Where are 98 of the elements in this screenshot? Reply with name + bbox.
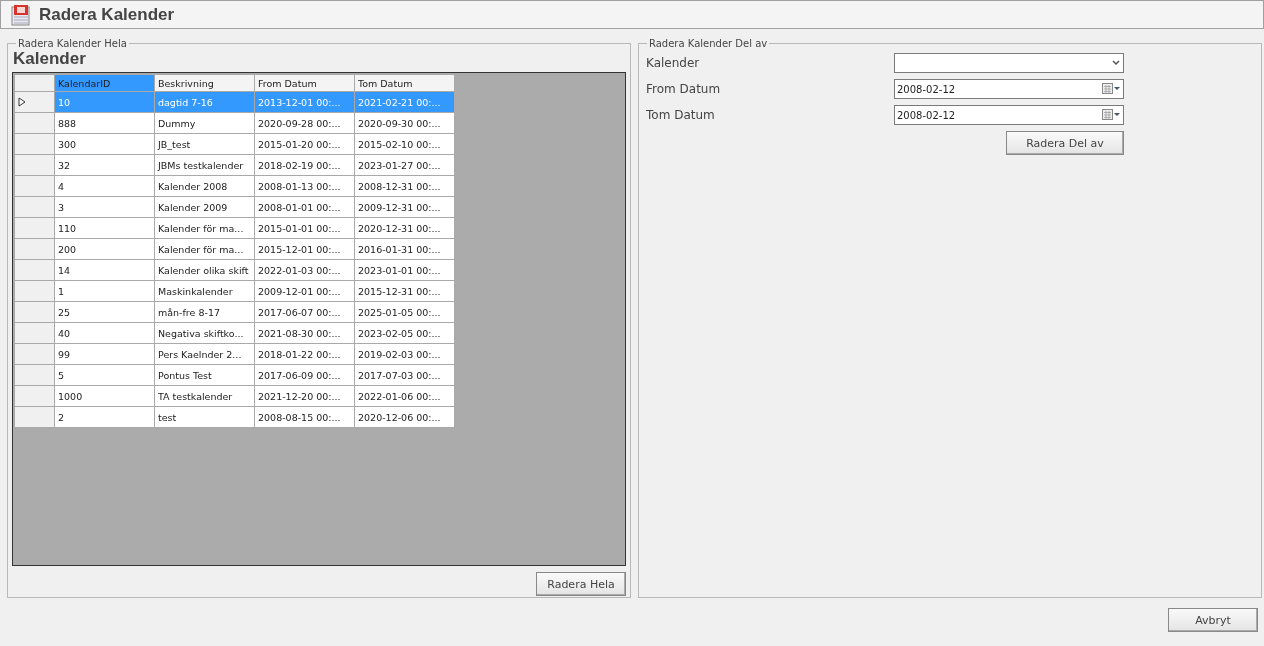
table-cell: 1000 [54, 385, 155, 407]
table-cell: 888 [54, 112, 155, 134]
chevron-down-icon [1112, 60, 1120, 66]
table-cell: 3 [54, 196, 155, 218]
table-cell: 1 [54, 280, 155, 302]
table-cell: 2018-02-19 00:... [254, 154, 355, 176]
row-header[interactable] [14, 406, 55, 428]
calendar-dropdown-icon [1102, 83, 1120, 95]
table-cell: 2023-02-05 00:... [354, 322, 455, 344]
table-cell: 110 [54, 217, 155, 239]
table-cell: Kalender olika skift [154, 259, 255, 281]
current-row-icon [18, 97, 26, 107]
table-cell: Dummy [154, 112, 255, 134]
field-label: Kalender [646, 56, 701, 70]
table-cell: test [154, 406, 255, 428]
field-label: From Datum [646, 82, 722, 96]
section-heading: Kalender [13, 49, 87, 69]
table-cell: 200 [54, 238, 155, 260]
table-cell: Maskinkalender [154, 280, 255, 302]
table-cell: 2025-01-05 00:... [354, 301, 455, 323]
table-cell: 2015-12-01 00:... [254, 238, 355, 260]
row-header[interactable] [14, 259, 55, 281]
row-header[interactable] [14, 112, 55, 134]
table-cell: 2021-08-30 00:... [254, 322, 355, 344]
row-header[interactable] [14, 133, 55, 155]
group-legend: Radera Kalender Del av [647, 38, 770, 49]
row-header[interactable] [14, 343, 55, 365]
group-legend: Radera Kalender Hela [16, 38, 129, 49]
table-cell: 2020-12-31 00:... [354, 217, 455, 239]
table-cell: JB_test [154, 133, 255, 155]
table-cell: Pontus Test [154, 364, 255, 386]
table-cell: Kalender 2009 [154, 196, 255, 218]
table-cell: mån-fre 8-17 [154, 301, 255, 323]
table-cell: 2015-01-20 00:... [254, 133, 355, 155]
date-picker[interactable]: 2008-02-12 [894, 79, 1124, 99]
table-cell: 2015-02-10 00:... [354, 133, 455, 155]
table-cell: 2017-06-07 00:... [254, 301, 355, 323]
table-cell: TA testkalender [154, 385, 255, 407]
row-header[interactable] [14, 301, 55, 323]
table-cell: 2022-01-03 00:... [254, 259, 355, 281]
table-cell: 2009-12-01 00:... [254, 280, 355, 302]
table-cell: 2023-01-27 00:... [354, 154, 455, 176]
table-cell: 2020-12-06 00:... [354, 406, 455, 428]
cancel-button[interactable]: Avbryt [1168, 608, 1258, 632]
table-cell: 2023-01-01 00:... [354, 259, 455, 281]
field-label: Tom Datum [646, 108, 716, 122]
table-cell: 25 [54, 301, 155, 323]
table-cell: 2008-12-31 00:... [354, 175, 455, 197]
table-cell: 2019-02-03 00:... [354, 343, 455, 365]
row-header[interactable] [14, 385, 55, 407]
row-header[interactable] [14, 154, 55, 176]
table-cell: 2 [54, 406, 155, 428]
column-header[interactable]: From Datum [254, 74, 355, 92]
row-header[interactable] [14, 196, 55, 218]
table-cell: 99 [54, 343, 155, 365]
table-cell: 2008-08-15 00:... [254, 406, 355, 428]
delete-all-button[interactable]: Radera Hela [536, 572, 626, 596]
table-cell: Pers Kaelnder 2... [154, 343, 255, 365]
window-title: Radera Kalender [39, 4, 175, 25]
delete-part-button[interactable]: Radera Del av [1006, 131, 1124, 155]
calendar-icon [11, 3, 31, 26]
table-cell: 4 [54, 175, 155, 197]
calendar-dropdown-icon [1102, 109, 1120, 121]
date-picker[interactable]: 2008-02-12 [894, 105, 1124, 125]
table-cell: 32 [54, 154, 155, 176]
table-cell: Kalender för ma... [154, 238, 255, 260]
table-cell: Negativa skiftko... [154, 322, 255, 344]
row-header[interactable] [14, 238, 55, 260]
table-cell: 300 [54, 133, 155, 155]
table-cell: Kalender för ma... [154, 217, 255, 239]
row-header[interactable] [14, 175, 55, 197]
table-cell: 14 [54, 259, 155, 281]
column-header[interactable]: KalendarID [54, 74, 155, 92]
table-cell: 2021-12-20 00:... [254, 385, 355, 407]
table-cell: 2009-12-31 00:... [354, 196, 455, 218]
table-cell: 2020-09-30 00:... [354, 112, 455, 134]
table-cell: JBMs testkalender [154, 154, 255, 176]
table-cell: 2017-06-09 00:... [254, 364, 355, 386]
table-cell: 2015-01-01 00:... [254, 217, 355, 239]
table-cell: 2017-07-03 00:... [354, 364, 455, 386]
table-cell: 2016-01-31 00:... [354, 238, 455, 260]
row-header[interactable] [14, 280, 55, 302]
column-header[interactable]: Tom Datum [354, 74, 455, 92]
table-cell: 40 [54, 322, 155, 344]
table-cell: 2022-01-06 00:... [354, 385, 455, 407]
table-cell: 2008-01-01 00:... [254, 196, 355, 218]
table-cell: 2015-12-31 00:... [354, 280, 455, 302]
table-cell: Kalender 2008 [154, 175, 255, 197]
table-cell: 5 [54, 364, 155, 386]
row-header[interactable] [14, 364, 55, 386]
table-cell: 2018-01-22 00:... [254, 343, 355, 365]
row-header[interactable] [14, 91, 55, 113]
table-cell: 2008-01-13 00:... [254, 175, 355, 197]
calendar-dropdown[interactable] [894, 53, 1124, 73]
table-cell: 2020-09-28 00:... [254, 112, 355, 134]
row-header[interactable] [14, 322, 55, 344]
column-header[interactable]: Beskrivning [154, 74, 255, 92]
row-header[interactable] [14, 217, 55, 239]
